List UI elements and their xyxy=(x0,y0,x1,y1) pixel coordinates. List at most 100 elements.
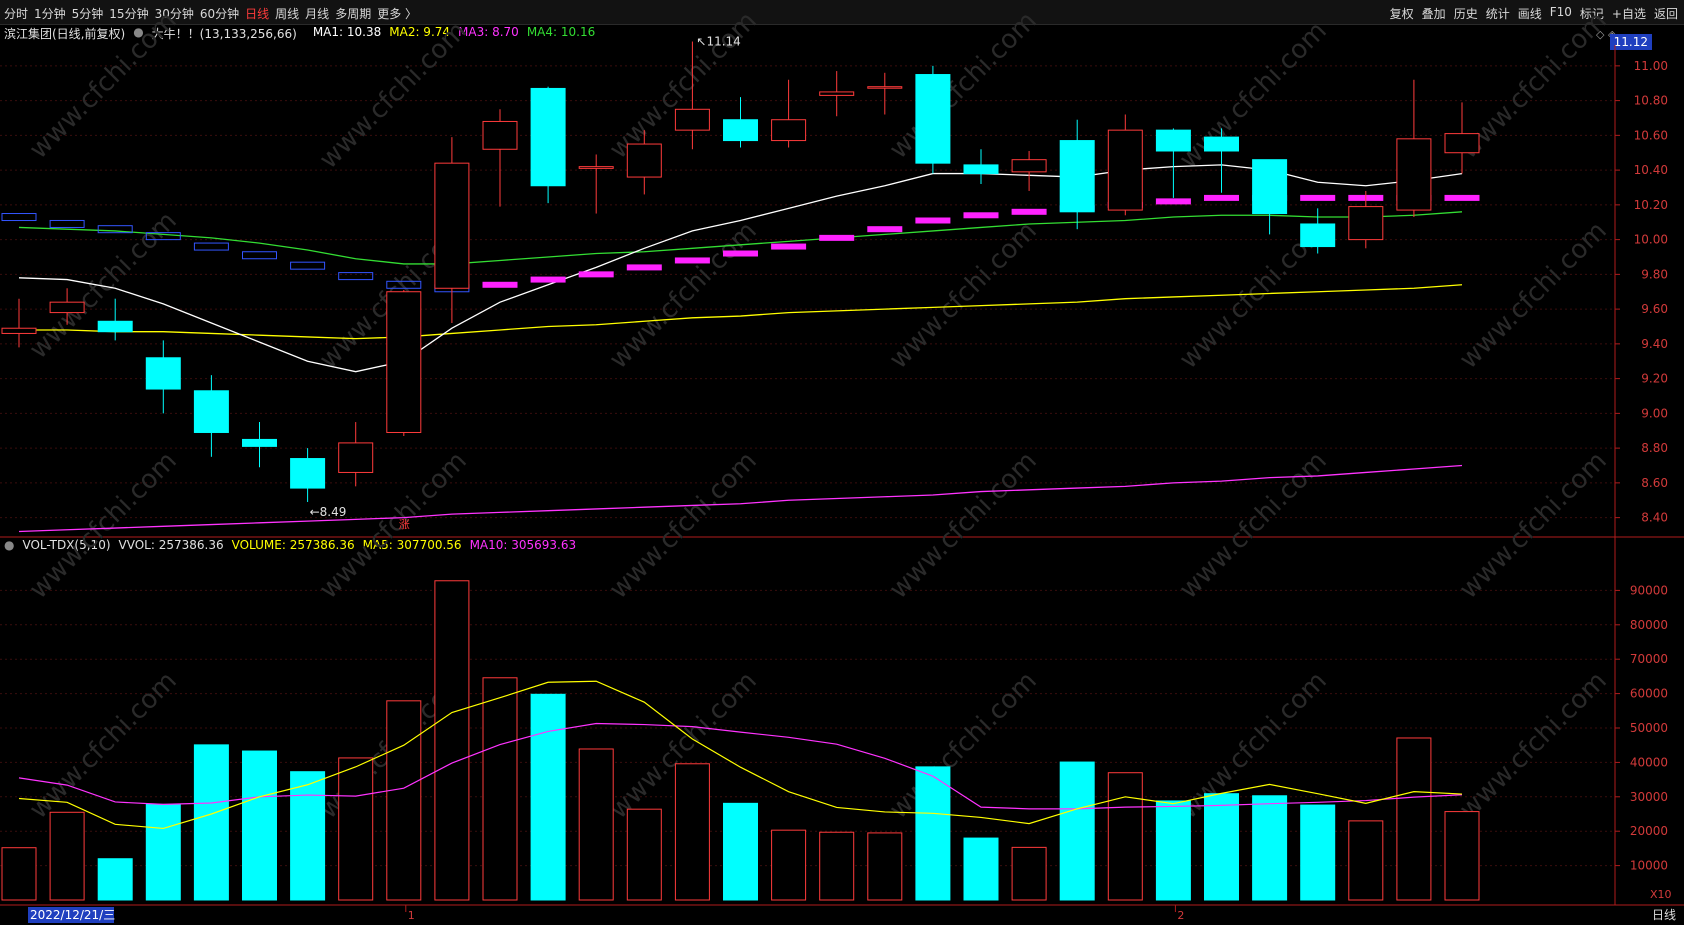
period-tab[interactable]: 30分钟 xyxy=(155,5,194,22)
watermark: www.cfchi.com xyxy=(884,6,1043,165)
trend-step-bar xyxy=(1396,194,1432,201)
watermark: www.cfchi.com xyxy=(1454,446,1613,605)
watermark: www.cfchi.com xyxy=(1174,446,1333,605)
price-tick-label: 8.80 xyxy=(1641,441,1668,455)
volume-bar-up xyxy=(626,808,662,901)
high-price-label: ↖11.14 xyxy=(696,35,740,49)
candle-body-down xyxy=(193,390,229,433)
volume-bar-up xyxy=(1107,772,1143,901)
volume-bar-down xyxy=(1204,793,1239,901)
vol-ma10-line xyxy=(18,722,1463,810)
candle-body-down xyxy=(290,458,326,489)
toolbar-button[interactable]: 标记 xyxy=(1580,5,1604,22)
volume-tick-label: 60000 xyxy=(1630,687,1668,701)
trend-step-bar xyxy=(819,234,855,241)
trend-step-bar xyxy=(434,284,470,293)
volume-bar-up xyxy=(482,677,518,901)
bottom-tab-daily[interactable]: 日线 xyxy=(1652,906,1676,923)
volume-value: VOLUME: 257386.36 xyxy=(231,538,355,552)
vol-ma5-value: MA5: 307700.56 xyxy=(362,538,462,552)
period-tab[interactable]: 更多 〉 xyxy=(377,5,417,22)
watermark: www.cfchi.com xyxy=(604,216,763,375)
period-tab[interactable]: 5分钟 xyxy=(72,5,104,22)
watermark: www.cfchi.com xyxy=(884,666,1043,825)
vol-indicator-name[interactable]: VOL-TDX(5,10) xyxy=(22,538,110,556)
trend-step-bar xyxy=(1348,194,1384,201)
kline-chart[interactable]: www.cfchi.com www.cfchi.com www.cfchi.com w… xyxy=(0,0,1684,925)
ma3-line xyxy=(18,464,1463,533)
volume-tick-label: 90000 xyxy=(1630,583,1668,597)
volume-bar-down xyxy=(915,766,951,901)
candle-body-down xyxy=(97,320,133,333)
gear-icon[interactable]: ● xyxy=(133,25,143,43)
trend-step-bar xyxy=(242,251,277,260)
volume-bar-down xyxy=(1155,800,1191,901)
volume-tick-label: 30000 xyxy=(1630,790,1668,804)
toolbar-button[interactable]: 画线 xyxy=(1518,5,1542,22)
vol-ma5-line xyxy=(18,680,1463,830)
volume-bar-up xyxy=(674,763,710,901)
candle-body-down xyxy=(915,74,951,164)
volume-tick-label: 10000 xyxy=(1630,859,1668,873)
price-tick-label: 9.20 xyxy=(1641,372,1668,386)
candle-body-down xyxy=(530,87,566,187)
price-tick-label: 10.20 xyxy=(1634,198,1668,212)
volume-tick-label: 70000 xyxy=(1630,652,1668,666)
watermark: www.cfchi.com xyxy=(24,446,183,605)
trend-step-bar xyxy=(915,217,951,224)
indicator-name[interactable]: 大牛！！(13,133,256,66) xyxy=(152,25,297,43)
volume-bar-down xyxy=(242,750,277,901)
trend-step-bar xyxy=(578,271,614,278)
watermark: www.cfchi.com xyxy=(24,206,183,365)
price-tick-label: 11.00 xyxy=(1634,59,1668,73)
volume-bar-down xyxy=(193,744,229,901)
trend-step-bar xyxy=(530,276,566,283)
toolbar-button[interactable]: +自选 xyxy=(1612,5,1646,22)
volume-bar-down xyxy=(1059,761,1095,901)
period-tab[interactable]: 分时 xyxy=(4,5,28,22)
volume-bar-up xyxy=(434,580,470,901)
candle-body-up xyxy=(1444,133,1480,154)
period-tab[interactable]: 月线 xyxy=(305,5,329,22)
toolbar-button[interactable]: 历史 xyxy=(1454,5,1478,22)
current-price-tag: 11.12 xyxy=(1609,34,1652,50)
trend-step-bar xyxy=(386,280,422,289)
period-tab[interactable]: 日线 xyxy=(245,5,269,22)
volume-tick-label: 50000 xyxy=(1630,721,1668,735)
period-tab[interactable]: 1分钟 xyxy=(34,5,66,22)
toolbar-button[interactable]: 复权 xyxy=(1390,5,1414,22)
period-tab[interactable]: 多周期 xyxy=(335,5,371,22)
candle-body-up xyxy=(1011,159,1047,173)
trend-step-bar xyxy=(1444,194,1480,201)
candle-body-up xyxy=(1348,206,1384,241)
gear-icon[interactable]: ● xyxy=(4,538,14,556)
toolbar-button[interactable]: 叠加 xyxy=(1422,5,1446,22)
watermark: www.cfchi.com xyxy=(314,216,473,375)
trend-step-bar xyxy=(49,219,85,228)
trend-step-bar xyxy=(290,261,326,270)
volume-bar-up xyxy=(1,847,37,901)
toolbar-button[interactable]: 统计 xyxy=(1486,5,1510,22)
toolbar-button[interactable]: 返回 xyxy=(1654,5,1678,22)
period-tab[interactable]: 60分钟 xyxy=(200,5,239,22)
candle-body-down xyxy=(1252,159,1288,215)
volume-bar-down xyxy=(1252,795,1288,901)
trend-step-bar xyxy=(963,212,999,219)
stock-title[interactable]: 滨江集团(日线,前复权) xyxy=(4,25,125,43)
price-tick-label: 10.80 xyxy=(1634,94,1668,108)
vol-ma10-value: MA10: 305693.63 xyxy=(469,538,577,552)
month-tick-label: 2 xyxy=(1177,909,1184,922)
ma1-value: MA1: 10.38 xyxy=(312,25,382,39)
volume-bar-up xyxy=(338,757,374,901)
trend-step-bar xyxy=(1252,194,1288,201)
volume-bar-up xyxy=(867,832,903,901)
candle-body-up xyxy=(1,327,37,334)
period-tab[interactable]: 15分钟 xyxy=(109,5,148,22)
period-tab[interactable]: 周线 xyxy=(275,5,299,22)
candle-body-up xyxy=(674,108,710,131)
toolbar-button[interactable]: F10 xyxy=(1550,5,1572,22)
trend-step-bar xyxy=(771,243,807,250)
watermark: www.cfchi.com xyxy=(1174,666,1333,825)
trend-step-bar xyxy=(1204,194,1239,201)
trend-step-bar xyxy=(338,272,374,281)
